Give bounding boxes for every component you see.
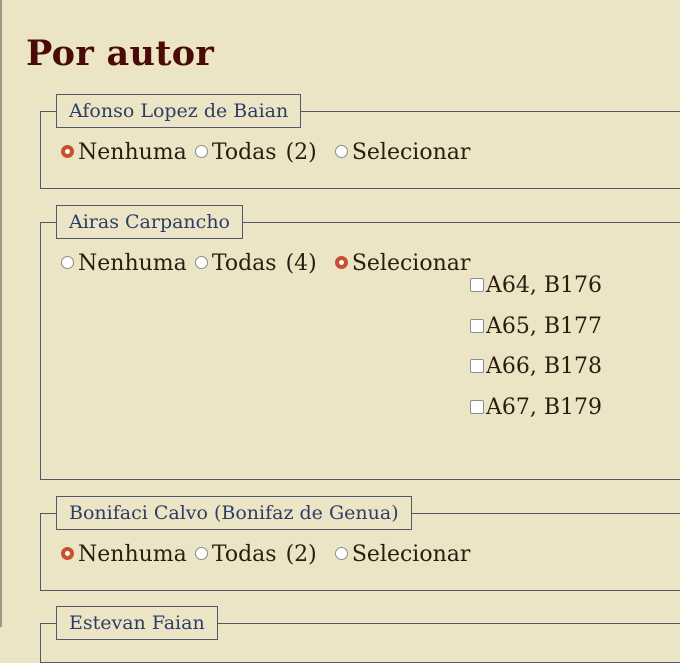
option-all-label: Todas (211, 542, 277, 567)
poem-label: A65, B177 (486, 313, 603, 339)
radio-none[interactable] (61, 145, 74, 158)
radio-all[interactable] (194, 256, 208, 269)
author-group-afonso: Afonso Lopez de Baian Nenhuma Todas (2) … (40, 94, 680, 189)
poem-option[interactable]: A67, B179 (470, 395, 603, 439)
author-legend: Afonso Lopez de Baian (56, 94, 302, 128)
option-none[interactable]: Nenhuma (61, 251, 187, 277)
poem-label: A66, B178 (486, 354, 603, 380)
option-all-label: Todas (211, 140, 277, 165)
author-group-airas: Airas Carpancho Nenhuma Todas (4) Seleci… (40, 205, 680, 480)
author-legend: Airas Carpancho (56, 205, 243, 239)
radio-all[interactable] (194, 145, 208, 158)
option-select[interactable]: Selecionar (334, 251, 470, 277)
page-title: Por autor (26, 33, 215, 74)
option-none[interactable]: Nenhuma (61, 140, 187, 166)
author-group-bonifaci: Bonifaci Calvo (Bonifaz de Genua) Nenhum… (40, 496, 680, 591)
radio-none[interactable] (61, 547, 74, 560)
option-all[interactable]: Todas (4) (194, 251, 327, 277)
poem-label: A64, B176 (486, 273, 603, 298)
poem-option[interactable]: A66, B178 (470, 354, 603, 398)
poem-checkbox[interactable] (470, 400, 484, 415)
radio-select[interactable] (334, 145, 348, 158)
option-select[interactable]: Selecionar (334, 140, 470, 166)
author-options: Nenhuma Todas (2) Selecionar (61, 140, 473, 173)
radio-select[interactable] (334, 256, 348, 269)
poem-count: (2) (285, 140, 317, 165)
option-all-label: Todas (211, 251, 277, 276)
option-select-label: Selecionar (351, 251, 471, 276)
option-select-label: Selecionar (351, 140, 471, 165)
radio-select[interactable] (334, 547, 348, 560)
radio-all[interactable] (194, 547, 208, 560)
author-options: Nenhuma Todas (2) Selecionar (61, 542, 473, 575)
option-select-label: Selecionar (351, 542, 471, 567)
option-all[interactable]: Todas (2) (194, 542, 327, 568)
option-none-label: Nenhuma (78, 140, 187, 165)
poem-count: (4) (285, 251, 317, 276)
poem-checkbox[interactable] (470, 359, 484, 374)
option-none-label: Nenhuma (78, 542, 187, 567)
author-legend: Estevan Faian (56, 606, 218, 640)
author-options: Nenhuma Todas (4) Selecionar (61, 251, 473, 284)
option-none-label: Nenhuma (78, 251, 187, 276)
option-select[interactable]: Selecionar (334, 542, 470, 568)
radio-none[interactable] (61, 256, 74, 269)
poem-option[interactable]: A65, B177 (470, 313, 603, 358)
poem-label: A67, B179 (486, 395, 603, 421)
option-all[interactable]: Todas (2) (194, 140, 327, 166)
poem-checkbox[interactable] (470, 318, 484, 333)
author-group-estevan: Estevan Faian (40, 606, 680, 663)
poem-count: (2) (285, 542, 317, 567)
author-legend: Bonifaci Calvo (Bonifaz de Genua) (56, 496, 412, 530)
left-edge-rule (0, 0, 2, 627)
option-none[interactable]: Nenhuma (61, 542, 187, 568)
poem-option[interactable]: A64, B176 (470, 273, 603, 317)
poem-checkbox-list: A64, B176 A65, B177 A66, B178 A67, B179 (470, 273, 603, 439)
poem-checkbox[interactable] (470, 278, 484, 292)
